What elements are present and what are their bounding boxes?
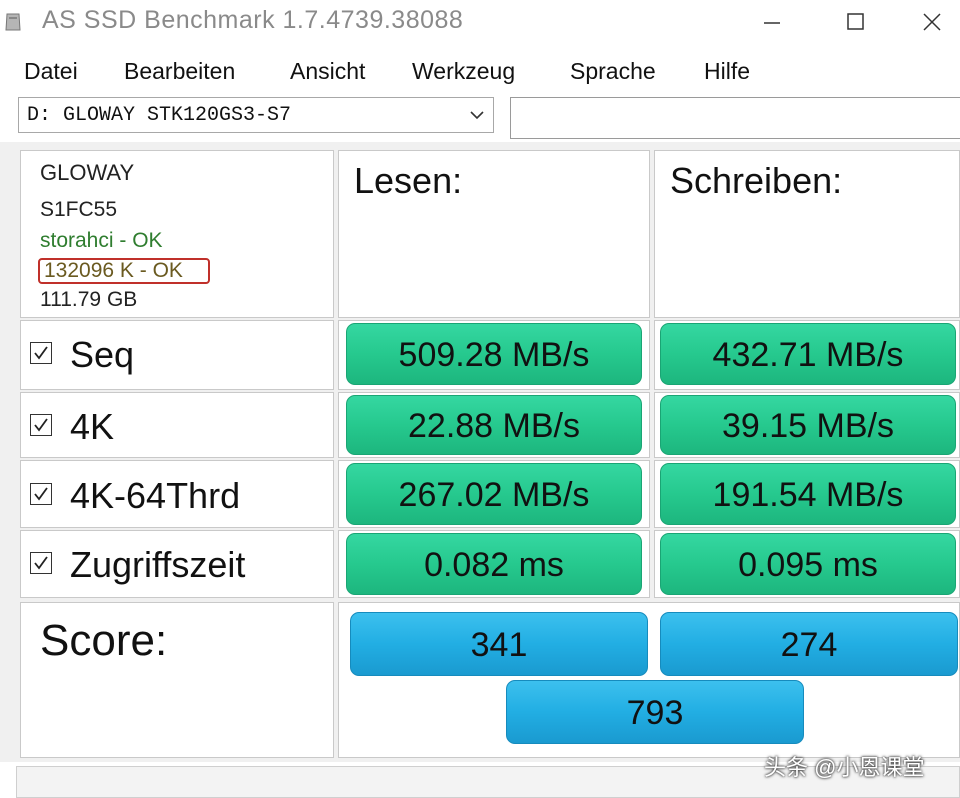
alignment-status: 132096 K - OK [44,259,183,282]
test-row [20,392,334,458]
write-column-header: Schreiben: [670,160,843,201]
ssd-drive-icon [4,10,22,32]
drive-select-value: D: GLOWAY STK120GS3-S7 [27,104,292,127]
minimize-icon[interactable] [742,0,802,44]
seq-write-value: 432.71 MB/s [660,323,956,385]
window-title: AS SSD Benchmark 1.7.4739.38088 [42,6,464,34]
seq-checkbox[interactable] [30,342,52,364]
4k-64thrd-read-value: 267.02 MB/s [346,463,642,525]
menu-bar: Datei Bearbeiten Ansicht Werkzeug Sprach… [0,52,960,90]
status-input[interactable] [510,97,960,139]
drive-firmware: S1FC55 [40,198,118,221]
drive-select[interactable]: D: GLOWAY STK120GS3-S7 [18,97,494,133]
score-label: Score: [40,616,168,665]
check-icon [34,487,48,501]
drive-capacity: 111.79 GB [40,288,138,311]
zugriffszeit-checkbox[interactable] [30,552,52,574]
4k-64thrd-checkbox[interactable] [30,483,52,505]
chevron-down-icon[interactable] [469,107,485,128]
score-read-value: 341 [350,612,648,676]
check-icon [34,418,48,432]
driver-status: storahci - OK [40,229,163,252]
menu-datei[interactable]: Datei [24,58,78,85]
4k-64thrd-write-value: 191.54 MB/s [660,463,956,525]
zugriffszeit-read-value: 0.082 ms [346,533,642,595]
read-column-header: Lesen: [354,160,463,201]
check-icon [34,556,48,570]
test-row [20,320,334,390]
maximize-icon[interactable] [826,0,886,44]
menu-bearbeiten[interactable]: Bearbeiten [124,58,235,85]
check-icon [34,346,48,360]
seq-label: Seq [70,334,135,375]
zugriffszeit-write-value: 0.095 ms [660,533,956,595]
drive-vendor: GLOWAY [40,160,135,185]
zugriffszeit-label: Zugriffszeit [70,544,246,585]
4k-read-value: 22.88 MB/s [346,395,642,455]
score-total-value: 793 [506,680,804,744]
menu-ansicht[interactable]: Ansicht [290,58,365,85]
4k-label: 4K [70,406,115,447]
score-write-value: 274 [660,612,958,676]
seq-read-value: 509.28 MB/s [346,323,642,385]
4k-checkbox[interactable] [30,414,52,436]
menu-sprache[interactable]: Sprache [570,58,656,85]
title-bar: AS SSD Benchmark 1.7.4739.38088 [0,0,960,44]
close-icon[interactable] [902,0,960,44]
menu-hilfe[interactable]: Hilfe [704,58,750,85]
menu-werkzeug[interactable]: Werkzeug [412,58,515,85]
4k-write-value: 39.15 MB/s [660,395,956,455]
watermark-text: 头条 @小恩课堂 [764,755,925,780]
4k-64thrd-label: 4K-64Thrd [70,475,241,516]
